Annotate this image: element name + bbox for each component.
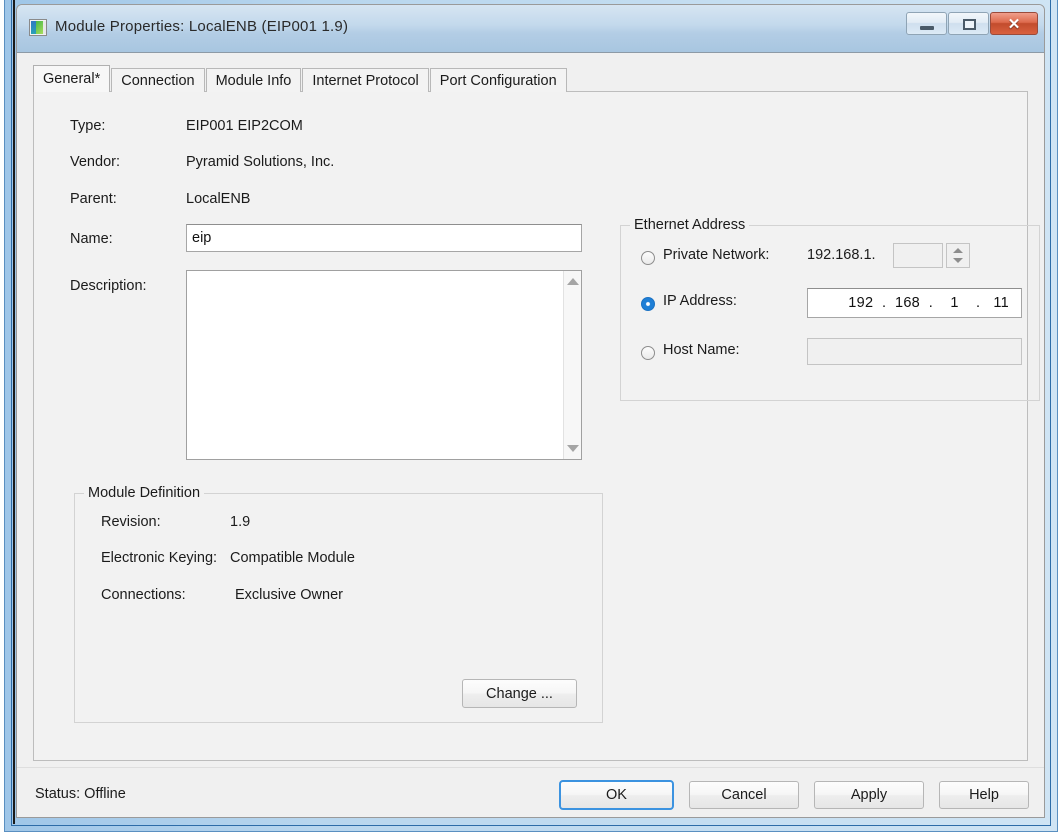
change-button-label: Change ... bbox=[486, 685, 553, 702]
vendor-value: Pyramid Solutions, Inc. bbox=[186, 154, 335, 170]
cancel-button-label: Cancel bbox=[721, 787, 767, 803]
description-input[interactable] bbox=[186, 270, 582, 460]
ethernet-address-caption: Ethernet Address bbox=[630, 217, 750, 233]
close-button[interactable]: ✕ bbox=[990, 12, 1038, 35]
window-frame-dark-edge bbox=[13, 0, 15, 824]
ok-button[interactable]: OK bbox=[559, 780, 674, 810]
radio-host-name[interactable] bbox=[641, 346, 655, 360]
description-scrollbar[interactable] bbox=[563, 271, 581, 459]
tab-module-info-label: Module Info bbox=[215, 72, 292, 89]
close-icon: ✕ bbox=[1007, 16, 1021, 33]
spinner-down-arrow-icon[interactable] bbox=[953, 258, 963, 263]
module-definition-caption: Module Definition bbox=[84, 485, 205, 501]
tab-general-label: General* bbox=[43, 71, 101, 87]
window-title: Module Properties: LocalENB (EIP001 1.9) bbox=[55, 18, 349, 35]
tab-port-configuration-label: Port Configuration bbox=[439, 72, 557, 89]
radio-private-network[interactable] bbox=[641, 251, 655, 265]
electronic-keying-value: Compatible Module bbox=[230, 550, 355, 566]
tab-general[interactable]: General* bbox=[33, 65, 111, 92]
electronic-keying-label: Electronic Keying: bbox=[101, 550, 218, 566]
ethernet-address-group: Ethernet Address Private Network: 192.16… bbox=[620, 217, 1040, 401]
change-button[interactable]: Change ... bbox=[462, 679, 577, 708]
name-input[interactable] bbox=[186, 224, 582, 252]
dialog-footer: Status: Offline OK Cancel Apply Help bbox=[17, 767, 1044, 817]
general-tab-panel: Type: EIP001 EIP2COM Vendor: Pyramid Sol… bbox=[33, 91, 1040, 761]
scroll-down-arrow-icon[interactable] bbox=[567, 445, 579, 452]
minimize-icon bbox=[920, 26, 934, 30]
private-network-prefix: 192.168.1. bbox=[807, 247, 876, 263]
ip-address-label: IP Address: bbox=[663, 293, 737, 309]
help-button-label: Help bbox=[969, 787, 999, 803]
help-button[interactable]: Help bbox=[939, 781, 1029, 809]
description-text[interactable] bbox=[187, 271, 563, 459]
host-name-label: Host Name: bbox=[663, 342, 740, 358]
ip-address-input[interactable] bbox=[807, 288, 1022, 318]
status-text: Status: Offline bbox=[35, 786, 126, 802]
tab-port-configuration[interactable]: Port Configuration bbox=[429, 68, 567, 92]
scroll-up-arrow-icon[interactable] bbox=[567, 278, 579, 285]
revision-label: Revision: bbox=[101, 514, 161, 530]
window-controls: ✕ bbox=[906, 12, 1038, 35]
revision-value: 1.9 bbox=[230, 514, 251, 530]
parent-value: LocalENB bbox=[186, 191, 251, 207]
type-value: EIP001 EIP2COM bbox=[186, 118, 303, 134]
parent-label: Parent: bbox=[70, 191, 117, 207]
connections-value: Exclusive Owner bbox=[235, 587, 343, 603]
type-label: Type: bbox=[70, 118, 106, 134]
private-network-octet-input[interactable] bbox=[893, 243, 943, 268]
desktop-background: Module Properties: LocalENB (EIP001 1.9)… bbox=[0, 0, 1060, 834]
name-label: Name: bbox=[70, 231, 113, 247]
tab-connection-label: Connection bbox=[121, 72, 195, 89]
module-definition-group: Module Definition Revision: 1.9 Electron… bbox=[74, 485, 603, 723]
minimize-button[interactable] bbox=[906, 12, 947, 35]
maximize-icon bbox=[963, 19, 976, 30]
private-network-spinner[interactable] bbox=[946, 243, 970, 268]
tab-internet-protocol[interactable]: Internet Protocol bbox=[302, 68, 429, 92]
spinner-up-arrow-icon[interactable] bbox=[953, 248, 963, 253]
cancel-button[interactable]: Cancel bbox=[689, 781, 799, 809]
apply-button[interactable]: Apply bbox=[814, 781, 924, 809]
tab-connection[interactable]: Connection bbox=[111, 68, 205, 92]
title-bar[interactable]: Module Properties: LocalENB (EIP001 1.9)… bbox=[17, 5, 1044, 53]
module-properties-dialog: Module Properties: LocalENB (EIP001 1.9)… bbox=[16, 4, 1045, 818]
vendor-label: Vendor: bbox=[70, 154, 120, 170]
tab-internet-protocol-label: Internet Protocol bbox=[312, 72, 419, 89]
ok-button-label: OK bbox=[606, 787, 627, 803]
tab-strip: General* Connection Module Info Internet… bbox=[33, 65, 568, 92]
description-label: Description: bbox=[70, 278, 147, 294]
tab-module-info[interactable]: Module Info bbox=[205, 68, 302, 92]
host-name-input[interactable] bbox=[807, 338, 1022, 365]
private-network-label: Private Network: bbox=[663, 247, 770, 263]
connections-label: Connections: bbox=[101, 587, 186, 603]
radio-ip-address[interactable] bbox=[641, 297, 655, 311]
module-icon bbox=[29, 19, 47, 36]
maximize-button[interactable] bbox=[948, 12, 989, 35]
apply-button-label: Apply bbox=[850, 787, 888, 803]
